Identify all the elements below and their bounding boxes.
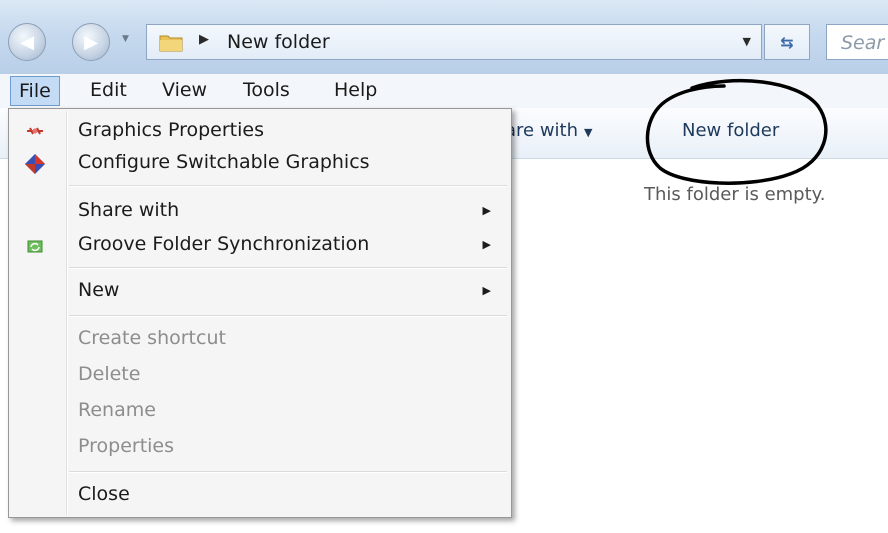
menu-item-label: Rename	[78, 399, 156, 421]
menu-item-configure-switchable-graphics[interactable]: Configure Switchable Graphics	[9, 149, 511, 179]
menu-help[interactable]: Help	[334, 79, 377, 101]
breadcrumb-current-folder[interactable]: New folder	[227, 31, 330, 53]
empty-folder-message: This folder is empty.	[644, 184, 826, 205]
address-dropdown-icon[interactable]: ▼	[743, 35, 751, 48]
menu-separator	[69, 315, 507, 317]
menu-edit[interactable]: Edit	[90, 79, 127, 101]
search-input[interactable]: Sear	[826, 24, 888, 60]
recent-pages-dropdown[interactable]: ▼	[122, 34, 129, 44]
share-with-label: are with	[505, 120, 579, 141]
menu-separator	[69, 185, 507, 187]
menu-item-graphics-properties[interactable]: Graphics Properties	[9, 117, 511, 147]
menu-item-label: Properties	[78, 435, 175, 457]
menu-item-label: Groove Folder Synchronization	[78, 233, 370, 255]
address-bar-area: ◀ ▶ ▼ ▶ New folder ▼ ⇆ Sear	[0, 0, 888, 74]
menu-view[interactable]: View	[162, 79, 207, 101]
search-placeholder: Sear	[841, 32, 885, 54]
share-with-button[interactable]: are with ▼	[505, 120, 593, 141]
graphics-properties-icon	[27, 127, 43, 135]
address-box[interactable]: ▶ New folder ▼	[146, 24, 762, 60]
refresh-icon: ⇆	[780, 32, 794, 52]
menu-item-close[interactable]: Close	[9, 481, 511, 511]
menu-item-label: Close	[78, 483, 130, 505]
groove-sync-icon	[27, 240, 43, 253]
menu-item-share-with[interactable]: Share with ▶	[9, 197, 511, 227]
breadcrumb-chevron-icon[interactable]: ▶	[199, 32, 209, 47]
submenu-arrow-icon: ▶	[482, 284, 491, 297]
menu-item-label: New	[78, 279, 120, 301]
back-button[interactable]: ◀	[8, 23, 46, 61]
menu-separator	[69, 471, 507, 473]
menu-tools[interactable]: Tools	[243, 79, 290, 101]
menu-item-rename: Rename	[9, 397, 511, 427]
folder-icon	[159, 35, 183, 52]
menu-item-new[interactable]: New ▶	[9, 277, 511, 307]
menu-item-label: Create shortcut	[78, 327, 226, 349]
share-with-chevron-icon: ▼	[584, 126, 593, 139]
menu-separator	[69, 267, 507, 269]
back-arrow-icon: ◀	[20, 31, 34, 53]
menu-item-label: Share with	[78, 199, 180, 221]
handdrawn-circle-annotation	[645, 78, 828, 185]
menu-item-label: Delete	[78, 363, 141, 385]
submenu-arrow-icon: ▶	[482, 238, 491, 251]
menu-item-label: Graphics Properties	[78, 119, 264, 141]
forward-arrow-icon: ▶	[84, 31, 98, 53]
menu-item-label: Configure Switchable Graphics	[78, 151, 370, 173]
refresh-button[interactable]: ⇆	[764, 24, 810, 60]
forward-button[interactable]: ▶	[72, 23, 110, 61]
file-menu: Graphics Properties Configure Switchable…	[8, 108, 512, 518]
switchable-graphics-icon	[25, 154, 45, 174]
menu-item-create-shortcut: Create shortcut	[9, 325, 511, 355]
menu-item-groove-folder-sync[interactable]: Groove Folder Synchronization ▶	[9, 231, 511, 261]
menu-file[interactable]: File	[10, 76, 60, 106]
menu-item-delete: Delete	[9, 361, 511, 391]
submenu-arrow-icon: ▶	[482, 204, 491, 217]
menu-item-properties: Properties	[9, 433, 511, 463]
